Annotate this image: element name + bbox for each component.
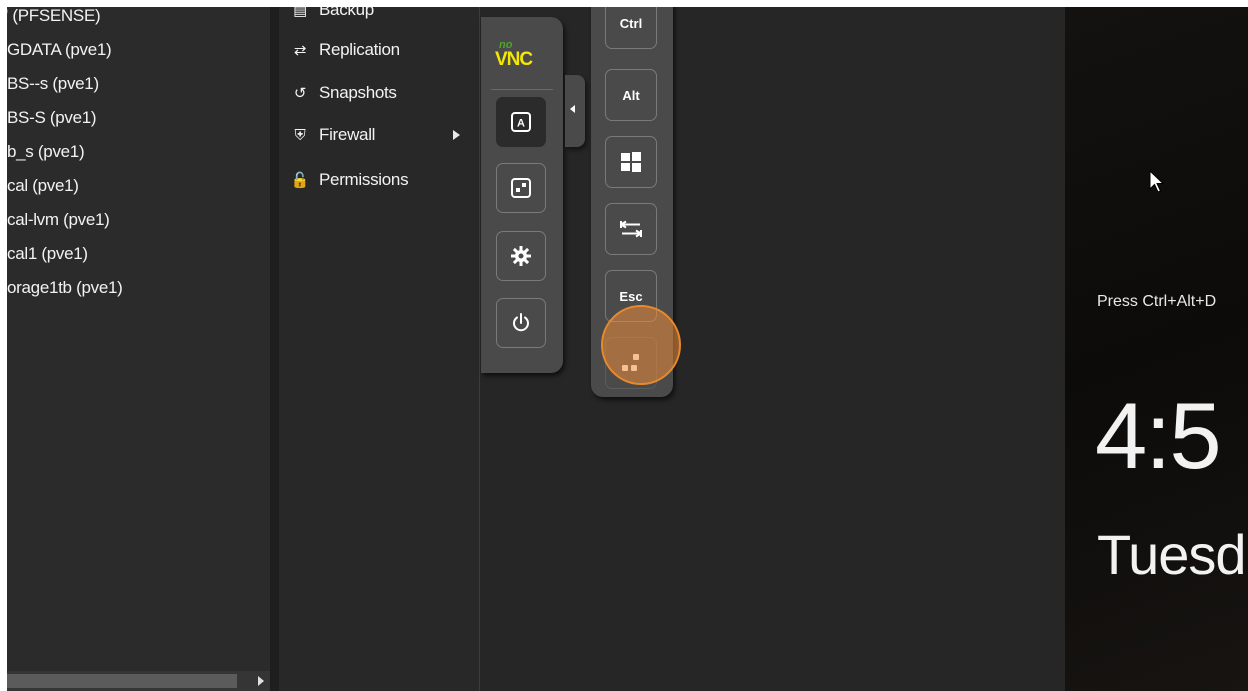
novnc-logo: no VNC (495, 39, 549, 79)
menu-item-label: Firewall (319, 125, 376, 144)
tree-item[interactable]: BS--s (pve1) (7, 69, 99, 99)
novnc-control-bar: no VNC A (481, 17, 563, 373)
collapse-arrow-icon (570, 105, 575, 113)
tree-item[interactable]: cal (pve1) (7, 171, 79, 201)
tree-item[interactable]: BS-S (pve1) (7, 103, 97, 133)
unlock-icon: 🔓 (290, 172, 310, 189)
menu-item-label: Replication (319, 40, 400, 59)
lock-prompt: Press Ctrl+Alt+D (1097, 293, 1217, 310)
tree-item[interactable]: ' (PFSENSE) (7, 7, 101, 31)
power-icon (513, 313, 529, 332)
menu-item-label: Snapshots (319, 83, 397, 102)
click-highlight (601, 305, 681, 385)
extra-keys-button[interactable]: A (496, 97, 546, 147)
clipboard-icon (511, 178, 531, 198)
mouse-cursor-icon (1149, 170, 1165, 193)
tree-item[interactable]: b_s (pve1) (7, 137, 85, 167)
settings-gear-icon (511, 246, 531, 266)
windows-key-button[interactable] (605, 136, 657, 188)
alt-key-button[interactable]: Alt (605, 69, 657, 121)
proxmox-console-window: ' (PFSENSE) GDATA (pve1) BS--s (pve1) BS… (7, 7, 1248, 691)
menu-item-replication[interactable]: ⇄ Replication (289, 35, 400, 65)
menu-item-label: Permissions (319, 170, 409, 189)
svg-text:A: A (517, 118, 525, 130)
scrollbar-thumb[interactable] (7, 674, 237, 688)
control-bar-handle[interactable] (565, 75, 585, 147)
history-icon: ↺ (293, 85, 307, 102)
ctrl-key-button[interactable]: Ctrl (605, 7, 657, 49)
keyboard-a-icon: A (511, 112, 531, 132)
horizontal-scrollbar[interactable] (7, 671, 270, 691)
tree-item[interactable]: GDATA (pve1) (7, 35, 112, 65)
save-icon: ▤ (293, 7, 307, 19)
tree-item[interactable]: cal-lvm (pve1) (7, 205, 110, 235)
menu-item-permissions[interactable]: 🔓 Permissions (289, 165, 409, 195)
tree-item[interactable]: cal1 (pve1) (7, 239, 88, 269)
settings-button[interactable] (496, 231, 546, 281)
windows-icon (621, 152, 641, 172)
replication-icon: ⇄ (293, 42, 307, 59)
vm-menu: ▤ Backup ⇄ Replication ↺ Snapshots ⛨ Firewal… (279, 7, 479, 691)
menu-item-backup[interactable]: ▤ Backup (289, 7, 374, 25)
submenu-arrow-icon (453, 130, 460, 140)
logo-divider (491, 89, 553, 90)
tree-item[interactable]: orage1tb (pve1) (7, 273, 123, 303)
menu-item-firewall[interactable]: ⛨ Firewall (289, 120, 469, 150)
lock-clock: 4:5 (1095, 383, 1222, 488)
scroll-right-arrow-icon[interactable] (258, 676, 264, 686)
menu-item-label: Backup (319, 7, 374, 19)
menu-item-snapshots[interactable]: ↺ Snapshots (289, 78, 397, 108)
shield-icon: ⛨ (294, 127, 306, 144)
vm-lock-screen[interactable]: Press Ctrl+Alt+D 4:5 Tuesd (1065, 7, 1248, 691)
tab-key-button[interactable] (605, 203, 657, 255)
resource-tree: ' (PFSENSE) GDATA (pve1) BS--s (pve1) BS… (7, 7, 270, 691)
novnc-logo-vnc: VNC (495, 49, 533, 70)
clipboard-button[interactable] (496, 163, 546, 213)
tab-icon (620, 220, 642, 238)
power-button[interactable] (496, 298, 546, 348)
panel-splitter[interactable] (270, 7, 279, 691)
lock-date: Tuesd (1097, 523, 1247, 586)
